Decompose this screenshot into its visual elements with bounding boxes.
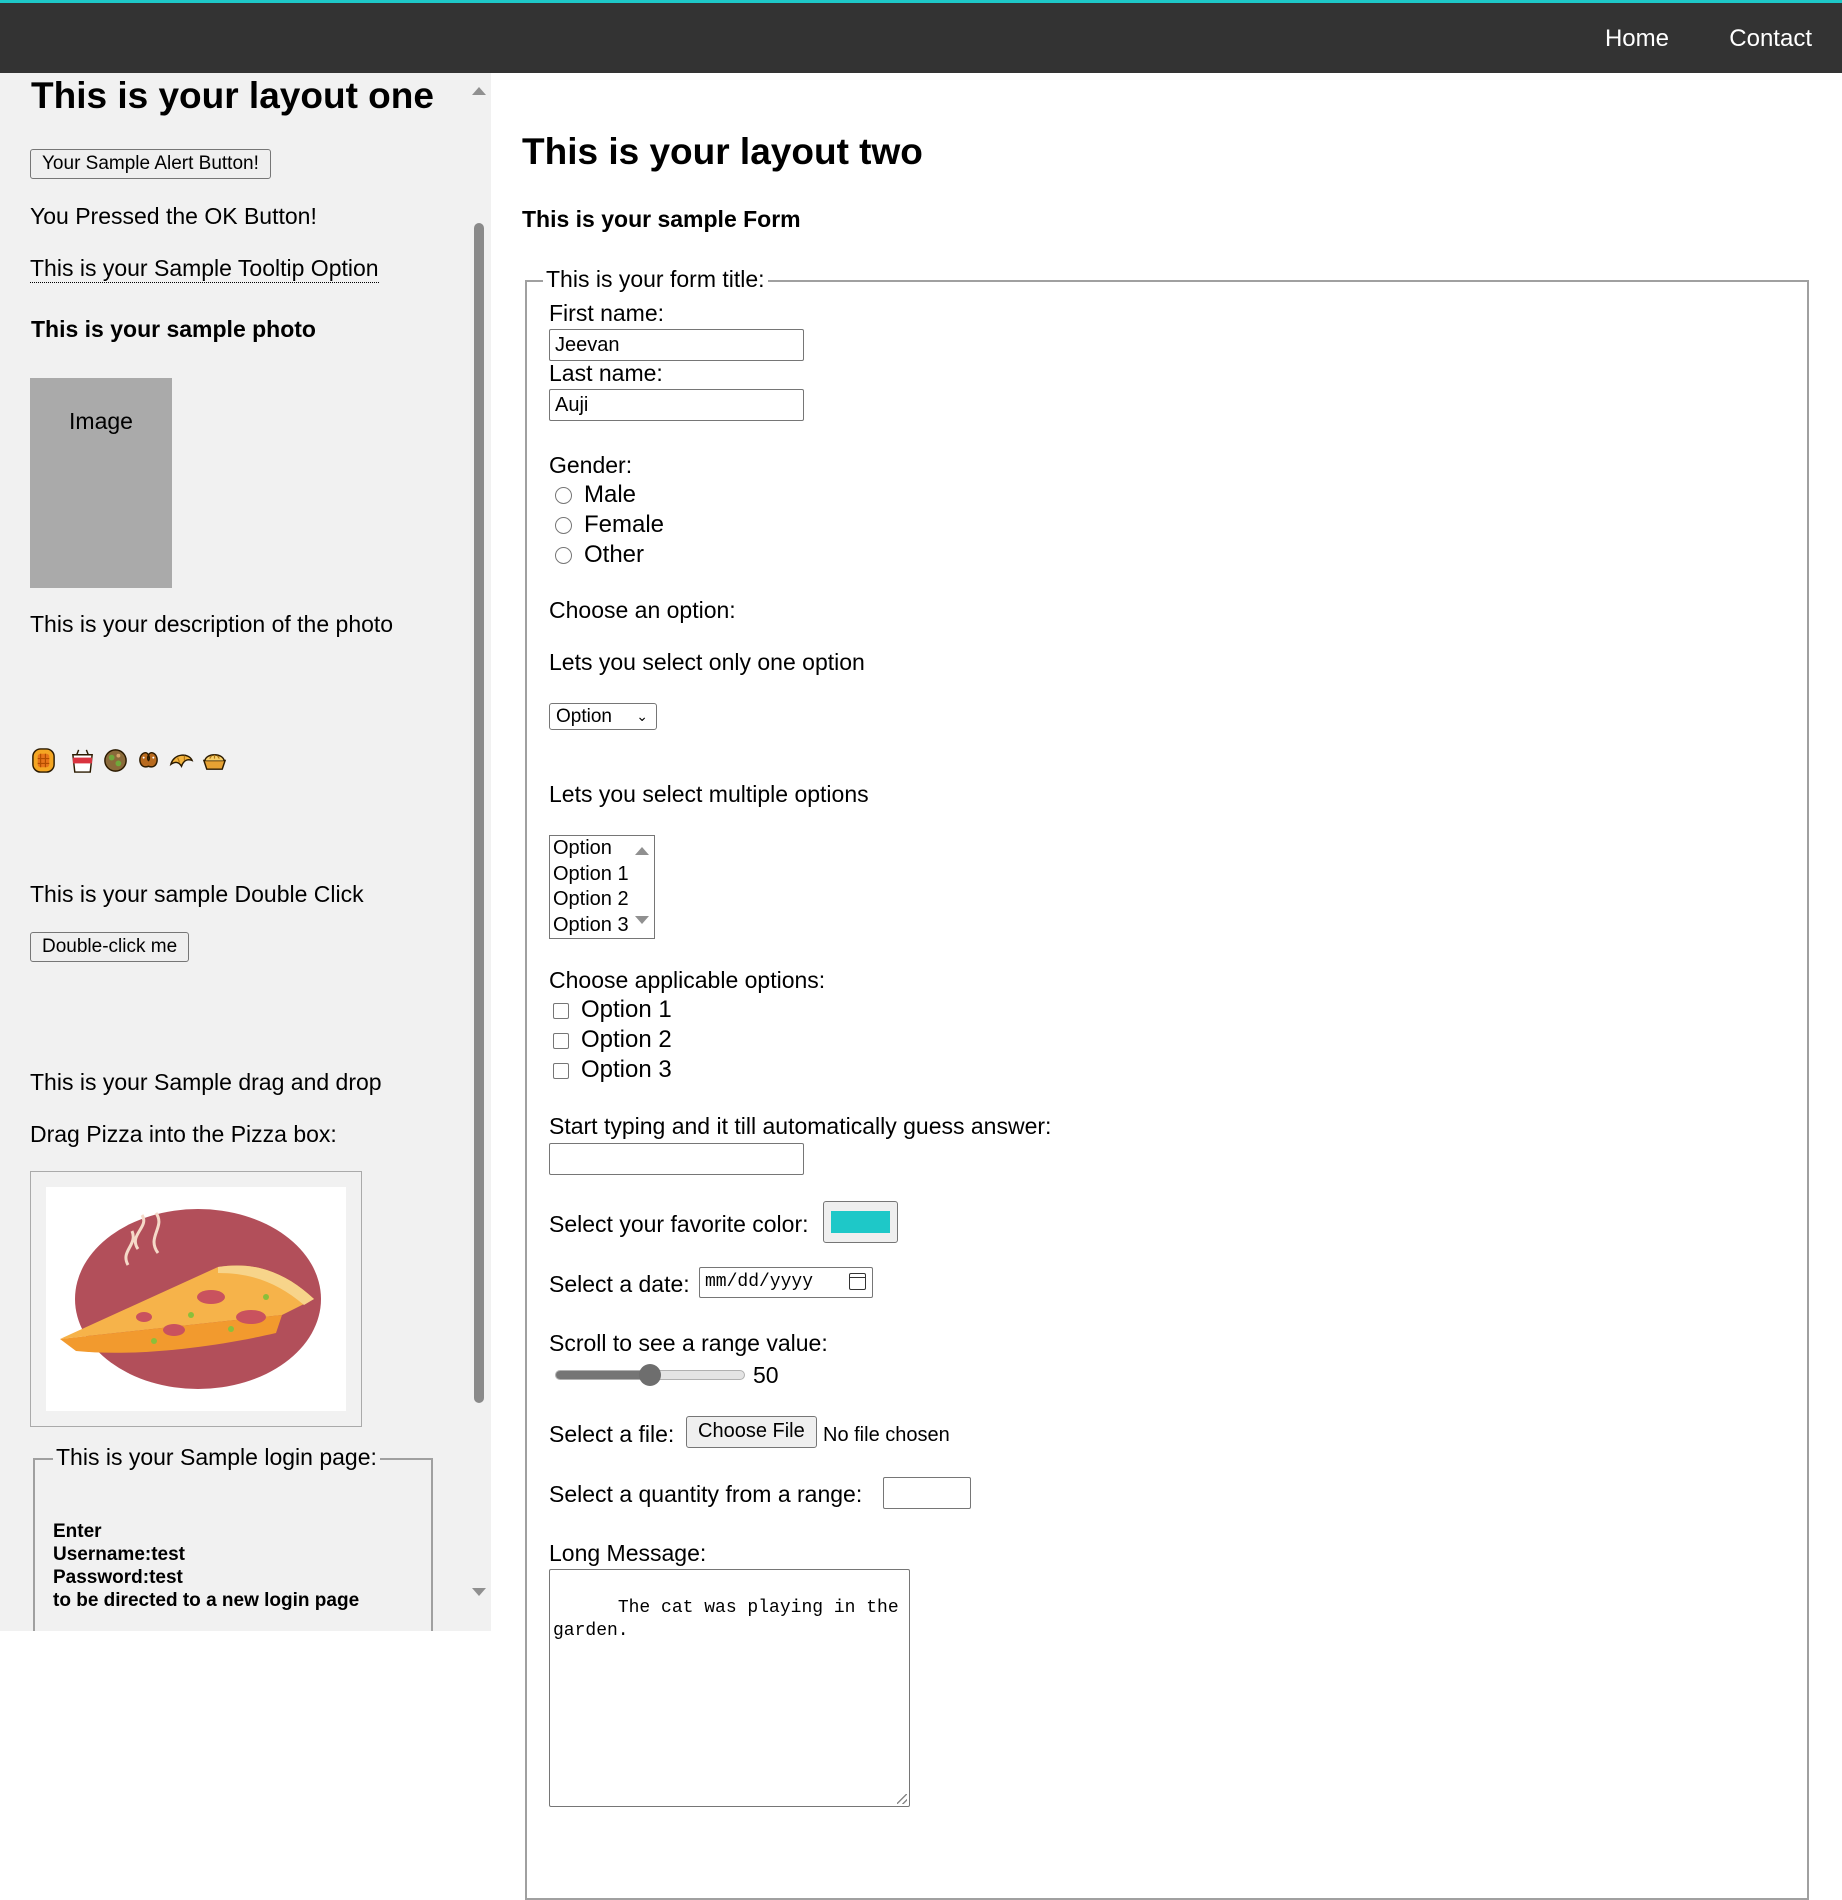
resize-grip-icon[interactable] — [897, 1794, 907, 1804]
message-label: Long Message: — [549, 1540, 707, 1566]
pizza-slice-icon — [60, 1209, 321, 1389]
range-value: 50 — [753, 1362, 779, 1388]
layout-one-title: This is your layout one — [31, 75, 434, 116]
takeout-box-icon[interactable] — [69, 747, 96, 774]
layout-two-title: This is your layout two — [522, 131, 923, 172]
scroll-up-icon[interactable] — [472, 87, 486, 95]
radio-label: Male — [584, 481, 637, 508]
login-line: to be directed to a new login page — [53, 1590, 360, 1611]
alert-button[interactable]: Your Sample Alert Button! — [30, 149, 271, 179]
nav-contact-link[interactable]: Contact — [1729, 25, 1812, 53]
autocomplete-label: Start typing and it till automatically g… — [549, 1113, 1052, 1139]
choose-file-button[interactable]: Choose File — [686, 1416, 817, 1448]
login-line: Enter — [53, 1521, 102, 1542]
waffle-icon[interactable] — [30, 747, 57, 774]
form-heading: This is your sample Form — [522, 206, 801, 232]
multi-select-label: Lets you select multiple options — [549, 781, 869, 807]
food-emoji-row — [30, 747, 228, 774]
message-text: The cat was playing in the garden. — [553, 1598, 899, 1641]
login-instructions: Enter Username:test Password:test to be … — [53, 1520, 359, 1612]
login-fieldset: This is your Sample login page: Enter Us… — [33, 1444, 433, 1631]
layout-one-panel: This is your layout one Your Sample Aler… — [0, 73, 491, 1631]
single-option-select[interactable]: Option ⌄ — [549, 703, 657, 730]
login-line: Password:test — [53, 1567, 183, 1588]
quantity-label: Select a quantity from a range: — [549, 1481, 863, 1507]
checkbox-option-1[interactable]: Option 1 — [553, 996, 672, 1024]
image-alt-text: Image — [69, 408, 133, 434]
range-label: Scroll to see a range value: — [549, 1330, 828, 1356]
date-placeholder: mm/dd/yyyy — [705, 1272, 814, 1292]
login-line: Username:test — [53, 1544, 185, 1565]
tooltip-option[interactable]: This is your Sample Tooltip Option — [30, 255, 379, 283]
top-navbar: Home Contact — [0, 0, 1842, 73]
vertical-scrollbar[interactable] — [466, 73, 491, 1631]
checkbox-label: Option 3 — [581, 1056, 672, 1083]
listbox-option[interactable]: Option 1 — [553, 862, 654, 888]
photo-heading: This is your sample photo — [31, 316, 316, 342]
drag-instruction: Drag Pizza into the Pizza box: — [30, 1121, 337, 1147]
chevron-down-icon: ⌄ — [636, 708, 648, 724]
file-label: Select a file: — [549, 1421, 675, 1447]
pie-icon[interactable] — [201, 747, 228, 774]
last-name-label: Last name: — [549, 360, 663, 386]
date-input[interactable]: mm/dd/yyyy — [699, 1267, 873, 1298]
gender-option-female[interactable]: Female — [555, 511, 664, 539]
photo-description: This is your description of the photo — [30, 611, 394, 637]
sample-photo-placeholder: Image — [30, 378, 172, 588]
double-click-button[interactable]: Double-click me — [30, 932, 190, 962]
pizza-draggable[interactable] — [46, 1187, 346, 1411]
checkbox[interactable] — [553, 1032, 569, 1049]
checkbox-label: Option 1 — [581, 996, 672, 1023]
first-name-input[interactable] — [549, 329, 804, 361]
checkbox-option-2[interactable]: Option 2 — [553, 1026, 672, 1054]
calendar-icon[interactable] — [849, 1273, 866, 1290]
range-slider-thumb[interactable] — [639, 1364, 661, 1386]
choose-option-label: Choose an option: — [549, 597, 736, 623]
checkbox[interactable] — [553, 1002, 569, 1019]
sample-form: This is your form title: First name: Las… — [525, 266, 1809, 1900]
multi-option-listbox[interactable]: Option Option 1 Option 2 Option 3 — [549, 835, 655, 939]
checkbox-label: Option 2 — [581, 1026, 672, 1053]
gender-option-male[interactable]: Male — [555, 481, 636, 509]
alert-result-text: You Pressed the OK Button! — [30, 203, 317, 229]
message-textarea[interactable]: The cat was playing in the garden. — [549, 1569, 910, 1807]
vertical-scroll-thumb[interactable] — [474, 223, 484, 1403]
single-select-label: Lets you select only one option — [549, 649, 865, 675]
color-label: Select your favorite color: — [549, 1211, 809, 1237]
select-value: Option — [556, 706, 612, 727]
scroll-up-icon[interactable] — [635, 847, 649, 855]
drag-drop-label: This is your Sample drag and drop — [30, 1069, 382, 1095]
scroll-down-icon[interactable] — [472, 1588, 486, 1596]
login-legend: This is your Sample login page: — [53, 1444, 380, 1471]
checkbox[interactable] — [553, 1062, 569, 1079]
radio-label: Female — [584, 511, 665, 538]
pretzel-icon[interactable] — [135, 747, 162, 774]
falafel-icon[interactable] — [102, 747, 129, 774]
color-picker[interactable] — [823, 1201, 898, 1243]
checkbox-group-label: Choose applicable options: — [549, 967, 826, 993]
last-name-input[interactable] — [549, 389, 804, 421]
nav-home-link[interactable]: Home — [1605, 25, 1669, 53]
checkbox-option-3[interactable]: Option 3 — [553, 1056, 672, 1084]
listbox-option[interactable]: Option 2 — [553, 887, 654, 913]
radio-button[interactable] — [555, 517, 572, 535]
radio-button[interactable] — [555, 487, 572, 505]
radio-label: Other — [584, 541, 645, 568]
form-legend: This is your form title: — [543, 266, 768, 293]
file-status: No file chosen — [823, 1424, 950, 1446]
range-fill — [556, 1371, 650, 1379]
croissant-icon[interactable] — [168, 747, 195, 774]
autocomplete-input[interactable] — [549, 1143, 804, 1175]
gender-label: Gender: — [549, 452, 633, 478]
radio-button[interactable] — [555, 547, 572, 565]
scroll-down-icon[interactable] — [635, 916, 649, 924]
gender-option-other[interactable]: Other — [555, 541, 644, 569]
pizza-drop-box[interactable] — [30, 1171, 362, 1427]
quantity-input[interactable] — [883, 1477, 971, 1509]
double-click-label: This is your sample Double Click — [30, 881, 364, 907]
color-swatch — [831, 1211, 890, 1233]
date-label: Select a date: — [549, 1271, 690, 1297]
first-name-label: First name: — [549, 300, 665, 326]
